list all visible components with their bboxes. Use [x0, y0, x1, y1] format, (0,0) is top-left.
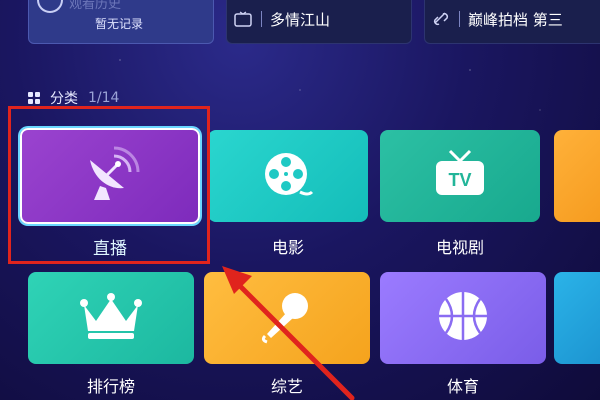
annotation-arrow — [222, 266, 355, 400]
